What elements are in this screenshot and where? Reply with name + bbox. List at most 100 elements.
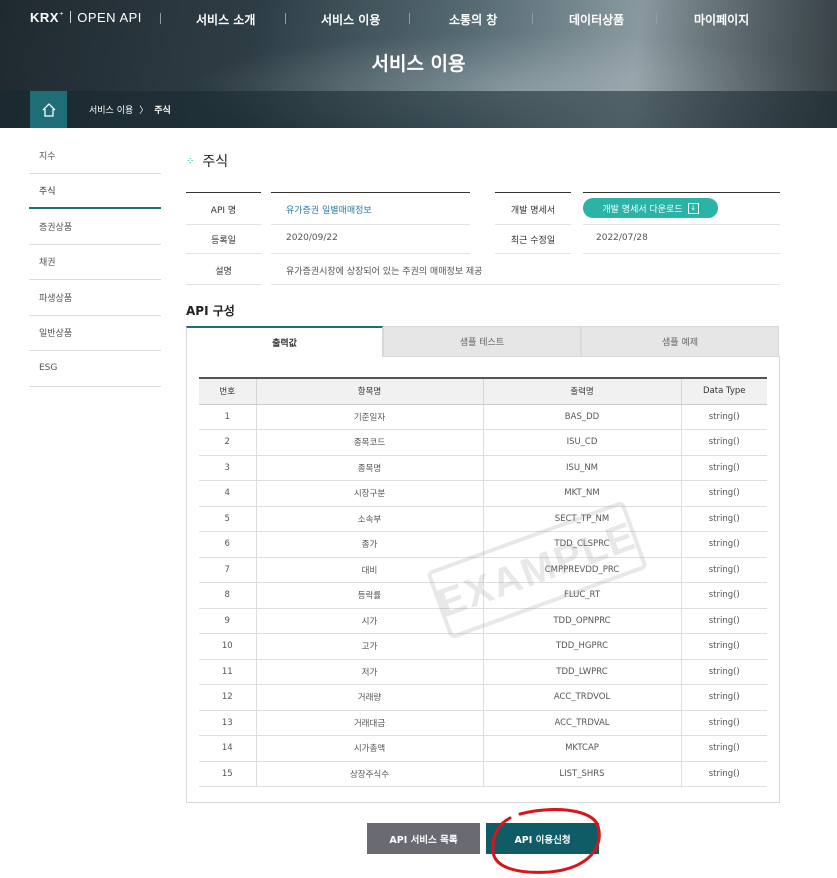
sidebar-item-general[interactable]: 일반상품 xyxy=(29,316,161,351)
col-header-output-name: 출력명 xyxy=(482,377,681,405)
logo-brand: KRX xyxy=(30,10,59,25)
nav-community[interactable]: 소통의 창 xyxy=(449,11,497,28)
sidebar-item-stock[interactable]: 주식 xyxy=(29,174,161,209)
logo-text: OPEN API xyxy=(77,10,142,25)
table-row: 4 시장구분 MKT_NM string() xyxy=(199,480,767,507)
modified-date-value: 2022/07/28 xyxy=(596,233,648,243)
api-apply-button[interactable]: API 이용신청 xyxy=(486,823,599,854)
sidebar-item-securities[interactable]: 증권상품 xyxy=(29,209,161,245)
nav-service-intro[interactable]: 서비스 소개 xyxy=(196,11,255,28)
cell-data-type: string() xyxy=(680,506,767,532)
logo[interactable]: KRX⁺ OPEN API xyxy=(30,10,142,25)
col-header-item-name: 항목명 xyxy=(255,377,483,405)
nav-data-products[interactable]: 데이터상품 xyxy=(569,11,624,28)
cell-item-name: 저가 xyxy=(255,659,483,685)
cell-number: 15 xyxy=(199,761,256,787)
table-row: 3 종목명 ISU_NM string() xyxy=(199,455,767,481)
tab-sample-test[interactable]: 샘플 테스트 xyxy=(383,326,581,357)
description-label: 설명 xyxy=(215,267,232,277)
modified-date-label: 최근 수정일 xyxy=(510,236,556,246)
cell-output-name: ACC_TRDVOL xyxy=(482,684,681,711)
cell-number: 14 xyxy=(199,735,256,762)
cell-data-type: string() xyxy=(680,608,767,634)
cell-data-type: string() xyxy=(680,480,767,507)
home-icon xyxy=(42,102,55,117)
bullet-icon: ⁘ xyxy=(186,156,195,167)
cell-item-name: 종가 xyxy=(255,531,483,558)
cell-item-name: 거래량 xyxy=(255,684,483,711)
cell-data-type: string() xyxy=(680,684,767,711)
cell-data-type: string() xyxy=(680,429,767,456)
cell-number: 8 xyxy=(199,582,256,609)
breadcrumb: 서비스 이용 〉 주식 xyxy=(89,103,171,116)
page-title: ⁘ 주식 xyxy=(186,154,229,170)
breadcrumb-current: 주식 xyxy=(154,106,171,116)
cell-number: 3 xyxy=(199,455,256,481)
col-header-data-type: Data Type xyxy=(680,377,767,405)
reg-date-label: 등록일 xyxy=(211,236,236,246)
cell-data-type: string() xyxy=(680,735,767,762)
cell-data-type: string() xyxy=(680,582,767,609)
cell-output-name: TDD_LWPRC xyxy=(482,659,681,685)
reg-date-value: 2020/09/22 xyxy=(286,233,338,243)
cell-number: 11 xyxy=(199,659,256,685)
cell-output-name: ACC_TRDVAL xyxy=(482,710,681,736)
home-button[interactable] xyxy=(30,91,67,128)
cell-item-name: 소속부 xyxy=(255,506,483,532)
cell-output-name: MKT_NM xyxy=(482,480,681,507)
api-service-list-button[interactable]: API 서비스 목록 xyxy=(367,823,480,854)
cell-item-name: 거래대금 xyxy=(255,710,483,736)
cell-output-name: ISU_NM xyxy=(482,455,681,481)
cell-output-name: TDD_HGPRC xyxy=(482,633,681,660)
api-name-label: API 명 xyxy=(210,206,237,216)
table-row: 13 거래대금 ACC_TRDVAL string() xyxy=(199,710,767,736)
table-row: 1 기준일자 BAS_DD string() xyxy=(199,404,767,430)
breadcrumb-parent[interactable]: 서비스 이용 xyxy=(89,106,133,116)
spec-download-button[interactable]: 개발 명세서 다운로드 ↓ xyxy=(583,198,718,218)
description-value: 유가증권시장에 상장되어 있는 주권의 매매정보 제공 xyxy=(286,267,483,277)
table-row: 11 저가 TDD_LWPRC string() xyxy=(199,659,767,685)
cell-data-type: string() xyxy=(680,404,767,430)
table-header-row: 번호 항목명 출력명 Data Type xyxy=(199,377,767,405)
cell-number: 1 xyxy=(199,404,256,430)
cell-number: 4 xyxy=(199,480,256,507)
col-header-number: 번호 xyxy=(199,377,256,405)
cell-output-name: ISU_CD xyxy=(482,429,681,456)
cell-number: 13 xyxy=(199,710,256,736)
table-row: 12 거래량 ACC_TRDVOL string() xyxy=(199,684,767,711)
cell-item-name: 상장주식수 xyxy=(255,761,483,787)
cell-data-type: string() xyxy=(680,531,767,558)
nav-service-use[interactable]: 서비스 이용 xyxy=(321,11,380,28)
api-name-value: 유가증권 일별매매정보 xyxy=(286,206,372,216)
cell-output-name: LIST_SHRS xyxy=(482,761,681,787)
spec-label: 개발 명세서 xyxy=(510,206,556,216)
table-row: 14 시가총액 MKTCAP string() xyxy=(199,735,767,762)
cell-output-name: MKTCAP xyxy=(482,735,681,762)
download-icon: ↓ xyxy=(687,202,699,214)
sidebar-item-derivatives[interactable]: 파생상품 xyxy=(29,280,161,316)
sidebar: 지수 주식 증권상품 채권 파생상품 일반상품 ESG xyxy=(29,138,161,387)
cell-data-type: string() xyxy=(680,455,767,481)
cell-output-name: BAS_DD xyxy=(482,404,681,430)
cell-number: 10 xyxy=(199,633,256,660)
cell-number: 7 xyxy=(199,557,256,583)
cell-data-type: string() xyxy=(680,633,767,660)
tab-output[interactable]: 출력값 xyxy=(186,326,383,357)
table-row: 10 고가 TDD_HGPRC string() xyxy=(199,633,767,660)
cell-data-type: string() xyxy=(680,761,767,787)
sidebar-item-esg[interactable]: ESG xyxy=(29,351,161,387)
api-section-title: API 구성 xyxy=(186,304,235,318)
table-row: 5 소속부 SECT_TP_NM string() xyxy=(199,506,767,532)
tab-sample-example[interactable]: 샘플 예제 xyxy=(581,326,779,357)
cell-item-name: 기준일자 xyxy=(255,404,483,430)
cell-number: 12 xyxy=(199,684,256,711)
sidebar-item-index[interactable]: 지수 xyxy=(29,138,161,174)
cell-data-type: string() xyxy=(680,557,767,583)
table-row: 2 종목코드 ISU_CD string() xyxy=(199,429,767,456)
nav-mypage[interactable]: 마이페이지 xyxy=(694,11,749,28)
cell-data-type: string() xyxy=(680,659,767,685)
table-row: 15 상장주식수 LIST_SHRS string() xyxy=(199,761,767,787)
cell-item-name: 종목명 xyxy=(255,455,483,481)
sidebar-item-bond[interactable]: 채권 xyxy=(29,245,161,280)
tab-bar: 출력값 샘플 테스트 샘플 예제 xyxy=(186,326,779,357)
